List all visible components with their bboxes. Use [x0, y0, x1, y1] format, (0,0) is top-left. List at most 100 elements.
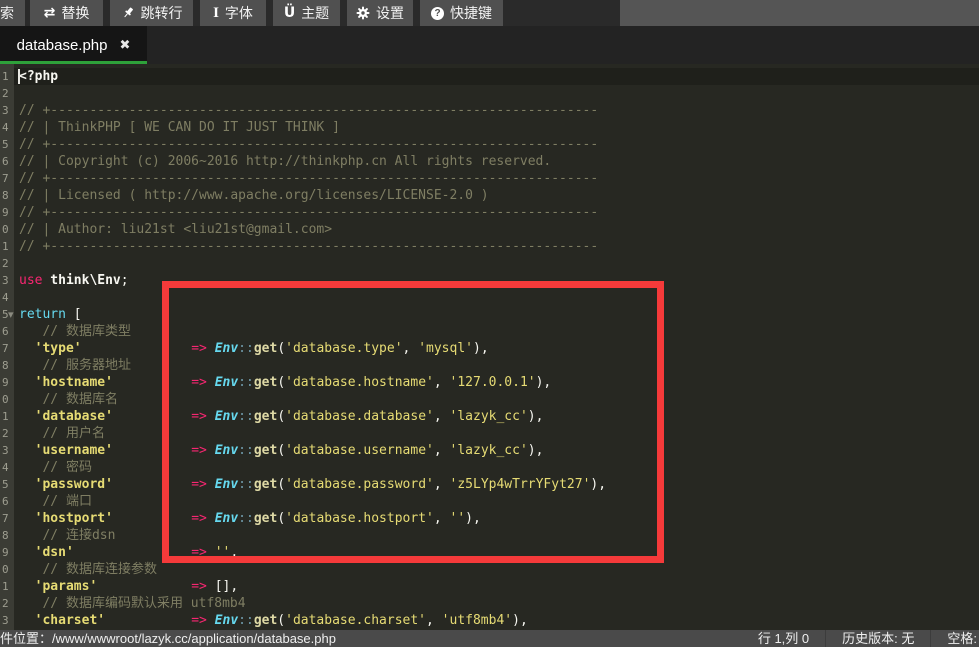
code-line-text: 'username' => Env::get('database.usernam…: [14, 442, 979, 459]
code-line[interactable]: 5return [: [0, 306, 979, 323]
code-line[interactable]: 3 'charset' => Env::get('database.charse…: [0, 612, 979, 629]
code-editor-app: 索 ⇄ 替换 跳转行 I 字体 Ü 主题: [0, 0, 979, 647]
code-line[interactable]: 6 // 端口: [0, 493, 979, 510]
code-line-text: // +------------------------------------…: [14, 102, 979, 119]
fold-chevron-icon[interactable]: ▾: [8, 306, 14, 323]
line-number: 2: [0, 255, 14, 272]
code-line[interactable]: 4// | ThinkPHP [ WE CAN DO IT JUST THINK…: [0, 119, 979, 136]
status-right-group: 行 1,列 0 历史版本: 无 空格:: [742, 630, 979, 647]
replace-icon: ⇄: [44, 6, 56, 20]
code-line[interactable]: 5 'password' => Env::get('database.passw…: [0, 476, 979, 493]
line-number: 2: [0, 425, 14, 442]
tab-database-php[interactable]: database.php ✖: [0, 26, 147, 64]
line-number: 1: [0, 578, 14, 595]
code-line-text: // 端口: [14, 493, 979, 510]
code-line[interactable]: 8 // 服务器地址: [0, 357, 979, 374]
toolbar-button-label: 主题: [301, 3, 329, 23]
code-line-text: // | Author: liu21st <liu21st@gmail.com>: [14, 221, 979, 238]
toolbar: 索 ⇄ 替换 跳转行 I 字体 Ü 主题: [0, 0, 979, 26]
line-number: 1: [0, 238, 14, 255]
code-line[interactable]: 7 'type' => Env::get('database.type', 'm…: [0, 340, 979, 357]
code-line-text: // 数据库连接参数: [14, 561, 979, 578]
line-number: 4: [0, 289, 14, 306]
code-line-text: // 用户名: [14, 425, 979, 442]
code-line[interactable]: 3use think\Env;: [0, 272, 979, 289]
line-number: 8: [0, 187, 14, 204]
line-number: 6: [0, 323, 14, 340]
code-line[interactable]: 9 'dsn' => '',: [0, 544, 979, 561]
code-line[interactable]: 8 // 连接dsn: [0, 527, 979, 544]
line-number: 3: [0, 272, 14, 289]
code-line-text: 'dsn' => '',: [14, 544, 979, 561]
code-line[interactable]: 9// +-----------------------------------…: [0, 204, 979, 221]
line-number: 5: [0, 136, 14, 153]
code-line[interactable]: 6 // 数据库类型: [0, 323, 979, 340]
space-indicator: 空格:: [931, 630, 979, 647]
code-line-text: // +------------------------------------…: [14, 238, 979, 255]
line-number: 9: [0, 204, 14, 221]
pushpin-icon: [121, 6, 135, 20]
code-line[interactable]: 0 // 数据库连接参数: [0, 561, 979, 578]
code-line[interactable]: 1 'params' => [],: [0, 578, 979, 595]
line-number: 9: [0, 374, 14, 391]
code-line[interactable]: 4 // 密码: [0, 459, 979, 476]
code-line-text: // 数据库编码默认采用 utf8mb4: [14, 595, 979, 612]
code-line[interactable]: 0// | Author: liu21st <liu21st@gmail.com…: [0, 221, 979, 238]
toolbar-button-theme[interactable]: Ü 主题: [273, 0, 340, 26]
line-number: 2: [0, 85, 14, 102]
code-line[interactable]: 1// +-----------------------------------…: [0, 238, 979, 255]
toolbar-button-goto-line[interactable]: 跳转行: [110, 0, 193, 26]
code-line[interactable]: 7 'hostport' => Env::get('database.hostp…: [0, 510, 979, 527]
line-number: 4: [0, 459, 14, 476]
magnet-icon: Ü: [284, 6, 295, 20]
question-mark-icon: ?: [431, 7, 444, 20]
tab-bar: database.php ✖: [0, 26, 979, 64]
code-line[interactable]: 2: [0, 255, 979, 272]
code-line[interactable]: 3// +-----------------------------------…: [0, 102, 979, 119]
code-line[interactable]: 3 'username' => Env::get('database.usern…: [0, 442, 979, 459]
code-line-text: // 密码: [14, 459, 979, 476]
toolbar-button-shortcuts[interactable]: ? 快捷键: [420, 0, 503, 26]
code-line[interactable]: 7// +-----------------------------------…: [0, 170, 979, 187]
toolbar-button-replace[interactable]: ⇄ 替换: [30, 0, 103, 26]
file-path: 件位置：/www/wwwroot/lazyk.cc/application/da…: [0, 630, 336, 647]
editor[interactable]: 1<?php23// +----------------------------…: [0, 64, 979, 630]
tab-title: database.php: [17, 37, 108, 54]
toolbar-button-font[interactable]: I 字体: [200, 0, 266, 26]
gear-icon: [356, 6, 370, 20]
history-version: 历史版本: 无: [826, 630, 930, 647]
code-line-text: 'charset' => Env::get('database.charset'…: [14, 612, 979, 629]
status-bar: 件位置：/www/wwwroot/lazyk.cc/application/da…: [0, 630, 979, 647]
code-line[interactable]: 4: [0, 289, 979, 306]
line-number: 0: [0, 391, 14, 408]
code-line[interactable]: 2 // 用户名: [0, 425, 979, 442]
toolbar-button-label: 设置: [376, 3, 404, 23]
code-line-text: 'type' => Env::get('database.type', 'mys…: [14, 340, 979, 357]
toolbar-button-search[interactable]: 索: [0, 0, 25, 26]
code-line-text: 'params' => [],: [14, 578, 979, 595]
code-line[interactable]: 6// | Copyright (c) 2006~2016 http://thi…: [0, 153, 979, 170]
toolbar-button-settings[interactable]: 设置: [347, 0, 413, 26]
toolbar-button-label: 索: [0, 3, 14, 23]
code-line[interactable]: 1<?php: [0, 68, 979, 85]
cursor-position: 行 1,列 0: [742, 630, 825, 647]
line-number: 1: [0, 408, 14, 425]
code-line-text: use think\Env;: [14, 272, 979, 289]
code-line[interactable]: 9 'hostname' => Env::get('database.hostn…: [0, 374, 979, 391]
toolbar-button-label: 跳转行: [141, 3, 183, 23]
code-line[interactable]: 2 // 数据库编码默认采用 utf8mb4: [0, 595, 979, 612]
line-number: 4: [0, 119, 14, 136]
code-line-text: 'hostport' => Env::get('database.hostpor…: [14, 510, 979, 527]
code-line[interactable]: 1 'database' => Env::get('database.datab…: [0, 408, 979, 425]
code-line[interactable]: 2: [0, 85, 979, 102]
close-icon[interactable]: ✖: [120, 38, 131, 53]
line-number: 0: [0, 221, 14, 238]
code-line[interactable]: 5// +-----------------------------------…: [0, 136, 979, 153]
code-line-text: // | ThinkPHP [ WE CAN DO IT JUST THINK …: [14, 119, 979, 136]
code-line[interactable]: 8// | Licensed ( http://www.apache.org/l…: [0, 187, 979, 204]
code-line-text: // | Copyright (c) 2006~2016 http://thin…: [14, 153, 979, 170]
code-area[interactable]: 1<?php23// +----------------------------…: [0, 68, 979, 629]
line-number: 9: [0, 544, 14, 561]
code-line[interactable]: 0 // 数据库名: [0, 391, 979, 408]
code-line-text: 'password' => Env::get('database.passwor…: [14, 476, 979, 493]
